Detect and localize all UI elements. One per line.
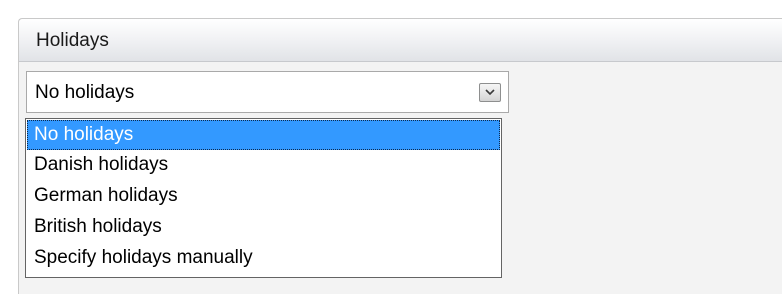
holidays-combobox[interactable]: No holidays <box>26 71 509 113</box>
option-german-holidays[interactable]: German holidays <box>27 181 500 211</box>
option-danish-holidays[interactable]: Danish holidays <box>27 150 500 180</box>
holidays-panel: Holidays No holidays No holidays Danish … <box>18 18 782 294</box>
holidays-dropdown-list: No holidays Danish holidays German holid… <box>25 118 502 278</box>
combobox-value: No holidays <box>35 82 135 103</box>
option-no-holidays[interactable]: No holidays <box>27 120 500 150</box>
option-british-holidays[interactable]: British holidays <box>27 212 500 242</box>
panel-header: Holidays <box>19 19 782 62</box>
dropdown-button[interactable] <box>479 83 501 102</box>
panel-title: Holidays <box>36 30 109 51</box>
option-specify-holidays-manually[interactable]: Specify holidays manually <box>27 243 500 273</box>
chevron-down-icon <box>485 89 495 96</box>
